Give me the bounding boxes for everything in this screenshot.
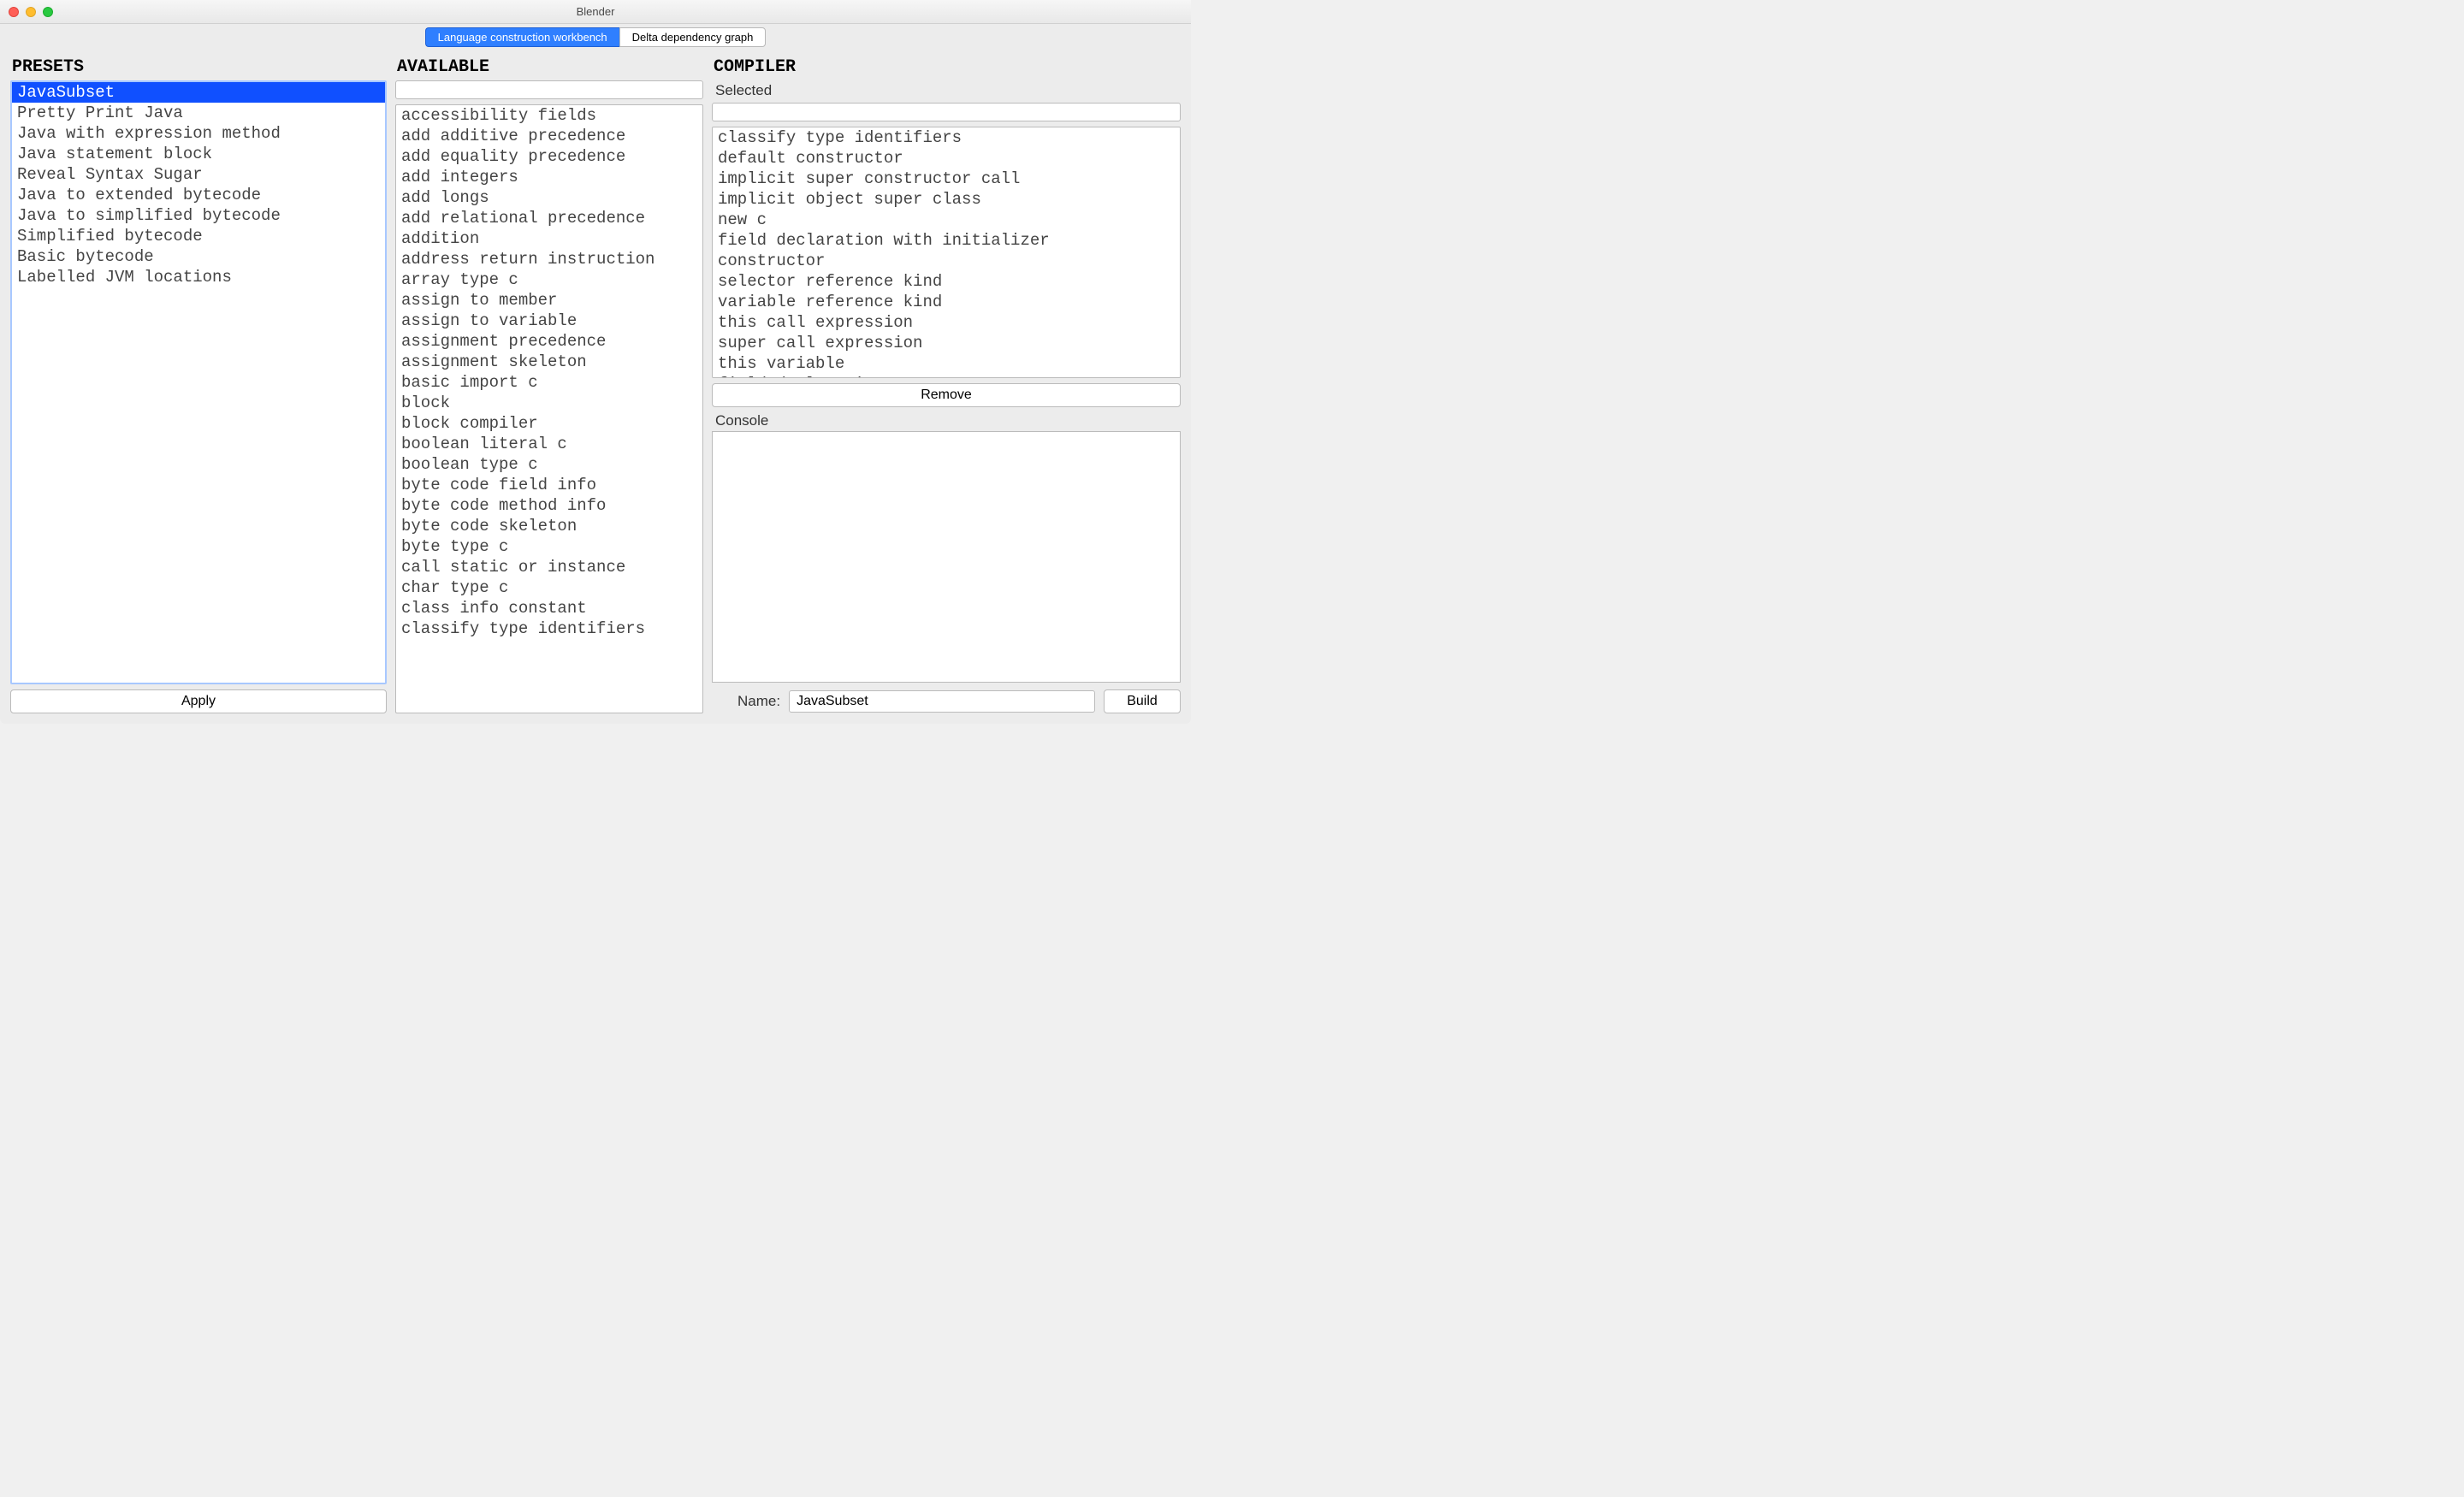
preset-item[interactable]: Labelled JVM locations: [12, 267, 385, 287]
available-item[interactable]: addition: [396, 228, 702, 249]
selected-label: Selected: [712, 80, 1181, 103]
compiler-header: COMPILER: [712, 56, 1181, 80]
presets-panel: PRESETS JavaSubsetPretty Print JavaJava …: [10, 56, 387, 713]
available-item[interactable]: assignment precedence: [396, 331, 702, 352]
available-item[interactable]: address return instruction: [396, 249, 702, 269]
main-content: PRESETS JavaSubsetPretty Print JavaJava …: [0, 50, 1191, 724]
available-header: AVAILABLE: [395, 56, 703, 80]
available-item[interactable]: assignment skeleton: [396, 352, 702, 372]
preset-item[interactable]: Simplified bytecode: [12, 226, 385, 246]
compiler-selected-item[interactable]: field declaration with initializer: [713, 230, 1180, 251]
compiler-selected-item[interactable]: classify type identifiers: [713, 127, 1180, 148]
available-item[interactable]: byte code method info: [396, 495, 702, 516]
available-item[interactable]: add relational precedence: [396, 208, 702, 228]
titlebar: Blender: [0, 0, 1191, 24]
available-item[interactable]: array type c: [396, 269, 702, 290]
console-label: Console: [712, 407, 1181, 431]
available-item[interactable]: block compiler: [396, 413, 702, 434]
available-item[interactable]: assign to member: [396, 290, 702, 311]
compiler-selected-item[interactable]: variable reference kind: [713, 292, 1180, 312]
preset-item[interactable]: Reveal Syntax Sugar: [12, 164, 385, 185]
preset-item[interactable]: Java to extended bytecode: [12, 185, 385, 205]
available-item[interactable]: byte type c: [396, 536, 702, 557]
presets-header: PRESETS: [10, 56, 387, 80]
available-item[interactable]: block: [396, 393, 702, 413]
preset-item[interactable]: Java to simplified bytecode: [12, 205, 385, 226]
available-item[interactable]: add additive precedence: [396, 126, 702, 146]
compiler-selected-item[interactable]: default constructor: [713, 148, 1180, 169]
close-window-button[interactable]: [9, 7, 19, 17]
window-title: Blender: [9, 5, 1182, 18]
console-output: [712, 431, 1181, 683]
remove-button[interactable]: Remove: [712, 383, 1181, 407]
tab-group: Language construction workbench Delta de…: [425, 27, 767, 47]
compiler-bottom-row: Name: Build: [712, 689, 1181, 713]
available-item[interactable]: add integers: [396, 167, 702, 187]
available-item[interactable]: class info constant: [396, 598, 702, 618]
name-input[interactable]: [789, 690, 1095, 713]
available-search-input[interactable]: [395, 80, 703, 99]
tab-language-construction-workbench[interactable]: Language construction workbench: [425, 27, 619, 47]
presets-listbox[interactable]: JavaSubsetPretty Print JavaJava with exp…: [10, 80, 387, 684]
compiler-selected-item[interactable]: this call expression: [713, 312, 1180, 333]
maximize-window-button[interactable]: [43, 7, 53, 17]
build-button[interactable]: Build: [1104, 689, 1181, 713]
available-item[interactable]: boolean literal c: [396, 434, 702, 454]
compiler-selected-item[interactable]: this variable: [713, 353, 1180, 374]
compiler-selected-item[interactable]: implicit object super class: [713, 189, 1180, 210]
available-item[interactable]: byte code skeleton: [396, 516, 702, 536]
compiler-selected-listbox[interactable]: classify type identifiersdefault constru…: [712, 127, 1181, 378]
available-item[interactable]: add equality precedence: [396, 146, 702, 167]
tab-delta-dependency-graph[interactable]: Delta dependency graph: [619, 27, 767, 47]
available-item[interactable]: byte code field info: [396, 475, 702, 495]
compiler-search-input[interactable]: [712, 103, 1181, 121]
app-window: Blender Language construction workbench …: [0, 0, 1191, 724]
preset-item[interactable]: Pretty Print Java: [12, 103, 385, 123]
compiler-panel: COMPILER Selected classify type identifi…: [712, 56, 1181, 713]
name-label: Name:: [712, 693, 780, 710]
minimize-window-button[interactable]: [26, 7, 36, 17]
compiler-selected-item[interactable]: super call expression: [713, 333, 1180, 353]
available-item[interactable]: add longs: [396, 187, 702, 208]
apply-button[interactable]: Apply: [10, 689, 387, 713]
tab-row: Language construction workbench Delta de…: [0, 24, 1191, 50]
available-item[interactable]: accessibility fields: [396, 105, 702, 126]
compiler-selected-item[interactable]: implicit super constructor call: [713, 169, 1180, 189]
available-item[interactable]: assign to variable: [396, 311, 702, 331]
preset-item[interactable]: Basic bytecode: [12, 246, 385, 267]
preset-item[interactable]: JavaSubset: [12, 82, 385, 103]
available-item[interactable]: basic import c: [396, 372, 702, 393]
preset-item[interactable]: Java statement block: [12, 144, 385, 164]
available-panel: AVAILABLE accessibility fieldsadd additi…: [395, 56, 703, 713]
available-item[interactable]: classify type identifiers: [396, 618, 702, 639]
compiler-selected-item[interactable]: selector reference kind: [713, 271, 1180, 292]
available-item[interactable]: call static or instance: [396, 557, 702, 577]
compiler-selected-item[interactable]: constructor: [713, 251, 1180, 271]
compiler-selected-item[interactable]: field declaration: [713, 374, 1180, 378]
available-item[interactable]: boolean type c: [396, 454, 702, 475]
compiler-selected-item[interactable]: new c: [713, 210, 1180, 230]
available-item[interactable]: char type c: [396, 577, 702, 598]
available-listbox[interactable]: accessibility fieldsadd additive precede…: [395, 104, 703, 713]
traffic-lights: [9, 7, 53, 17]
preset-item[interactable]: Java with expression method: [12, 123, 385, 144]
